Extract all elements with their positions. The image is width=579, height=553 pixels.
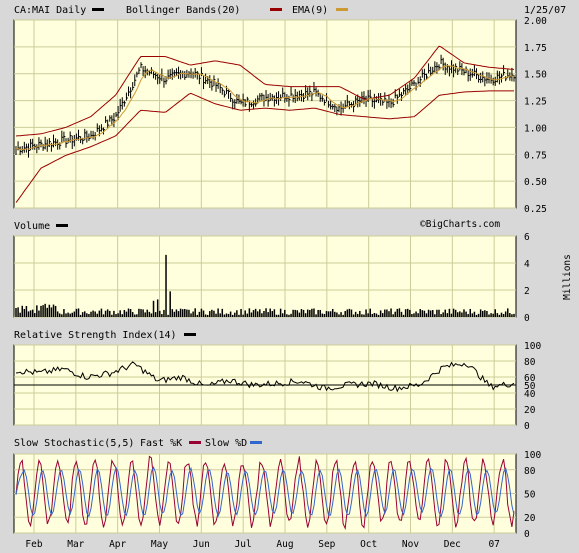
y-tick-label: 2.00 xyxy=(524,16,547,27)
y-tick-label: 1.75 xyxy=(524,43,547,54)
rsi-legend-swatch xyxy=(184,333,196,336)
y-tick-label: 4 xyxy=(524,259,530,270)
bollinger-label: Bollinger Bands(20) xyxy=(126,5,240,16)
y-tick-label: 0 xyxy=(524,421,530,432)
stock-chart: CA:MAI Daily Bollinger Bands(20) EMA(9) … xyxy=(0,0,579,553)
month-label: 07 xyxy=(488,539,499,550)
ema-legend-swatch xyxy=(336,8,348,11)
volume-unit-label: Millions xyxy=(562,254,573,300)
month-label: Nov xyxy=(402,539,419,550)
ema-label: EMA(9) xyxy=(292,5,328,16)
slow-d-legend-swatch xyxy=(250,441,262,444)
y-tick-label: 40 xyxy=(524,389,536,400)
month-label: Aug xyxy=(276,539,293,550)
month-label: Apr xyxy=(109,539,126,550)
y-tick-label: 0.75 xyxy=(524,150,547,161)
month-label: Feb xyxy=(25,539,42,550)
y-tick-label: 1.50 xyxy=(524,70,547,81)
date-label: 1/25/07 xyxy=(524,5,566,16)
volume-panel xyxy=(13,235,517,318)
fast-k-label: Fast %K xyxy=(140,438,182,449)
y-tick-label: 80 xyxy=(524,357,536,368)
y-tick-label: 1.25 xyxy=(524,97,547,108)
y-tick-label: 6 xyxy=(524,232,530,243)
month-label: Jul xyxy=(235,539,252,550)
y-tick-label: 20 xyxy=(524,405,536,416)
fast-k-legend-swatch xyxy=(189,441,201,444)
price-legend-swatch xyxy=(92,8,104,11)
y-tick-label: 0 xyxy=(524,313,530,324)
y-tick-label: 0 xyxy=(524,529,530,540)
month-label: Sep xyxy=(318,539,335,550)
y-tick-label: 100 xyxy=(524,341,541,352)
month-label: Oct xyxy=(360,539,377,550)
y-tick-label: 80 xyxy=(524,466,536,477)
y-tick-label: 2 xyxy=(524,286,530,297)
month-label: May xyxy=(151,539,168,550)
stochastic-label: Slow Stochastic(5,5) xyxy=(14,438,134,449)
volume-legend-swatch xyxy=(56,224,68,227)
rsi-title: Relative Strength Index(14) xyxy=(14,330,196,341)
price-panel xyxy=(13,19,517,209)
y-tick-label: 50 xyxy=(524,490,536,501)
rsi-label: Relative Strength Index(14) xyxy=(14,330,177,341)
y-tick-label: 0.25 xyxy=(524,204,547,215)
month-label: Dec xyxy=(444,539,461,550)
symbol-label: CA:MAI Daily xyxy=(14,5,86,16)
y-tick-label: 100 xyxy=(524,450,541,461)
y-tick-label: 20 xyxy=(524,513,536,524)
month-label: Jun xyxy=(193,539,210,550)
watermark: ©BigCharts.com xyxy=(420,219,500,230)
bollinger-legend-swatch xyxy=(270,8,282,11)
month-label: Mar xyxy=(67,539,84,550)
volume-label: Volume xyxy=(14,221,50,232)
slow-d-label: Slow %D xyxy=(205,438,247,449)
y-tick-label: 0.50 xyxy=(524,177,547,188)
y-tick-label: 1.00 xyxy=(524,123,547,134)
